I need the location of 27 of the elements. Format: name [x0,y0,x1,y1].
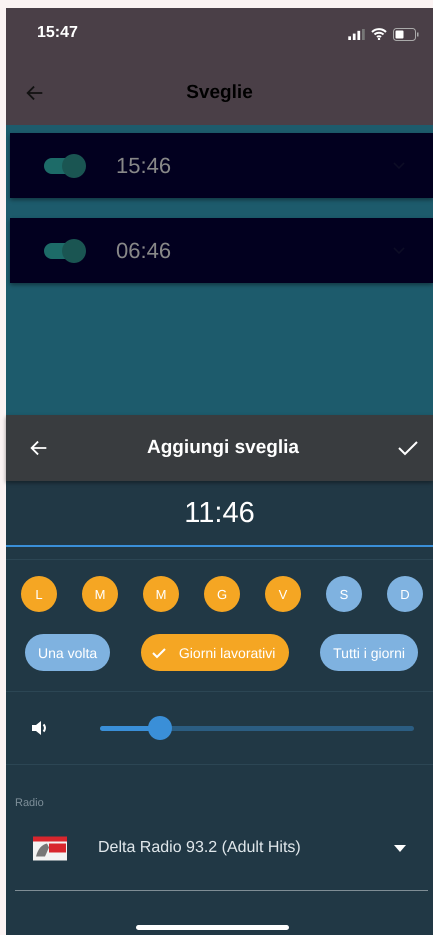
caret-icon [394,844,406,852]
repeat-chip[interactable]: Una volta [25,634,110,671]
field-label: Radio [15,797,45,809]
station-logo [33,836,67,860]
weekday-toggle[interactable]: V [265,576,301,612]
signal-icon [348,28,365,40]
weekday-toggle[interactable]: G [204,576,240,612]
screen-title: Sveglie [185,82,254,104]
wifi-icon [371,28,387,40]
weekday-toggle[interactable]: M [143,576,179,612]
slider-thumb[interactable] [148,716,172,740]
status-time: 15:47 [37,24,78,42]
volume-slider[interactable] [100,716,414,740]
repeat-chip[interactable]: Tutti i giorni [320,634,418,671]
weekday-toggle[interactable]: M [82,576,118,612]
alarm-card[interactable]: 15:46 [10,133,433,198]
weekday-toggle[interactable]: D [387,576,423,612]
alarm-time: 06:46 [116,238,172,264]
alarm-time: 15:46 [116,152,172,178]
battery-icon [393,28,419,40]
alarm-card[interactable]: 06:46 [10,218,433,283]
radio-dropdown[interactable]: Delta Radio 93.2 (Adult Hits) [15,824,428,891]
sheet-title: Aggiungi sveglia [146,437,300,459]
time-field[interactable]: 11:46 [6,481,433,547]
weekday-toggle[interactable]: L [21,576,57,612]
weekday-toggle[interactable]: S [326,576,362,612]
repeat-chip[interactable]: Giorni lavorativi [140,634,290,671]
